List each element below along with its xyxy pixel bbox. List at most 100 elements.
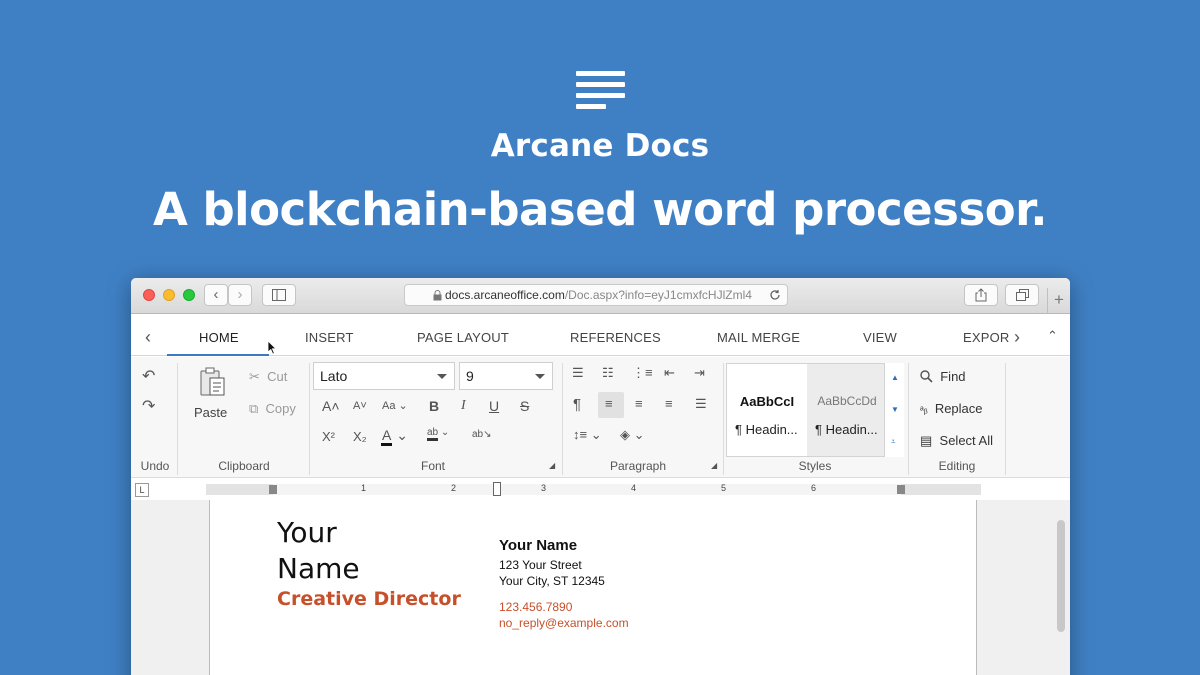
styles-up-button[interactable]: ▲ bbox=[891, 373, 899, 382]
strikethrough-icon: S bbox=[520, 398, 530, 414]
styles-more-button[interactable]: ⩡ bbox=[891, 437, 896, 447]
justify-button[interactable]: ☰ bbox=[695, 396, 707, 412]
doc-role[interactable]: Creative Director bbox=[277, 588, 461, 610]
tab-view[interactable]: VIEW bbox=[863, 330, 897, 345]
styles-gallery: AaBbCcI ¶ Headin... AaBbCcDd ¶ Headin... bbox=[726, 363, 903, 457]
font-family-select[interactable]: Lato bbox=[313, 362, 455, 390]
strikethrough-button[interactable]: S bbox=[520, 398, 529, 414]
tab-stop-selector[interactable]: L bbox=[135, 483, 149, 497]
redo-button[interactable]: ↷ bbox=[142, 396, 155, 416]
undo-button[interactable]: ↶ bbox=[142, 366, 155, 386]
doc-email[interactable]: no_reply@example.com bbox=[499, 616, 629, 630]
document-page[interactable]: Your Name Creative Director Your Name 12… bbox=[209, 500, 977, 675]
align-left-icon: ≡ bbox=[605, 396, 613, 411]
multilevel-list-icon: ⋮≡ bbox=[632, 365, 653, 380]
address-bar[interactable]: docs.arcaneoffice.com/Doc.aspx?info=eyJ1… bbox=[404, 284, 788, 306]
change-case-button[interactable]: Aa ⌄ bbox=[382, 399, 408, 412]
tab-references[interactable]: REFERENCES bbox=[570, 330, 661, 345]
minimize-window-button[interactable] bbox=[163, 289, 175, 301]
copy-label: Copy bbox=[265, 401, 296, 416]
superscript-button[interactable]: X² bbox=[322, 429, 335, 444]
doc-street[interactable]: 123 Your Street bbox=[499, 558, 582, 572]
increase-indent-button[interactable]: ⇥ bbox=[694, 365, 705, 381]
copy-button[interactable]: ⧉ Copy bbox=[249, 401, 296, 417]
select-all-button[interactable]: ▤ Select All bbox=[920, 433, 993, 449]
paste-button[interactable]: Paste bbox=[189, 367, 235, 423]
align-center-button[interactable]: ≡ bbox=[635, 396, 643, 411]
tabs-scroll-right-button[interactable]: › bbox=[1014, 327, 1020, 348]
doc-city[interactable]: Your City, ST 12345 bbox=[499, 574, 605, 588]
show-formatting-button[interactable]: ¶ bbox=[573, 396, 581, 413]
name-line-2: Name bbox=[277, 552, 360, 585]
tab-page-layout[interactable]: PAGE LAYOUT bbox=[417, 330, 509, 345]
tab-insert[interactable]: INSERT bbox=[305, 330, 354, 345]
forward-button[interactable]: › bbox=[228, 284, 252, 306]
sidebar-toggle-button[interactable] bbox=[262, 284, 296, 306]
copy-icon: ⧉ bbox=[249, 401, 259, 416]
undo-icon: ↶ bbox=[142, 368, 156, 385]
ruler-number: 1 bbox=[361, 483, 367, 493]
cut-label: Cut bbox=[267, 369, 288, 384]
vertical-scrollbar[interactable] bbox=[1057, 520, 1065, 632]
cut-button[interactable]: ✂ Cut bbox=[249, 369, 287, 385]
font-size-select[interactable]: 9 bbox=[459, 362, 553, 390]
paragraph-dialog-launcher[interactable]: ◢ bbox=[711, 461, 717, 470]
replace-label: Replace bbox=[934, 401, 983, 416]
italic-button[interactable]: I bbox=[461, 398, 466, 414]
doc-contact-name[interactable]: Your Name bbox=[499, 537, 577, 554]
align-center-icon: ≡ bbox=[635, 396, 643, 411]
replace-button[interactable]: ᵃᵦ Replace bbox=[920, 401, 983, 416]
subscript-button[interactable]: X₂ bbox=[353, 429, 367, 444]
close-window-button[interactable] bbox=[143, 289, 155, 301]
scissors-icon: ✂ bbox=[249, 369, 260, 384]
find-button[interactable]: Find bbox=[920, 369, 966, 384]
back-button[interactable]: ‹ bbox=[204, 284, 228, 306]
doc-heading-name[interactable]: Your Name bbox=[277, 515, 360, 587]
collapse-ribbon-button[interactable]: ⌃ bbox=[1047, 328, 1058, 344]
style-item[interactable]: AaBbCcDd ¶ Headin... bbox=[807, 364, 887, 456]
group-divider bbox=[1005, 363, 1006, 475]
highlight-button[interactable]: ab ⌄ bbox=[427, 427, 449, 441]
grow-font-icon: A˄ bbox=[322, 398, 340, 414]
redo-icon: ↷ bbox=[142, 398, 156, 415]
tabs-overview-button[interactable] bbox=[1005, 284, 1039, 306]
shrink-font-icon: A˅ bbox=[353, 400, 367, 412]
numbering-button[interactable]: ☷ bbox=[602, 365, 614, 381]
shrink-font-button[interactable]: A˅ bbox=[353, 400, 367, 412]
underline-button[interactable]: U bbox=[489, 398, 499, 414]
group-divider bbox=[562, 363, 563, 475]
first-line-indent-marker[interactable] bbox=[493, 482, 501, 496]
multilevel-list-button[interactable]: ⋮≡ bbox=[632, 365, 653, 381]
decrease-indent-button[interactable]: ⇤ bbox=[664, 365, 675, 381]
name-line-1: Your bbox=[277, 516, 337, 549]
shading-button[interactable]: ◈ ⌄ bbox=[620, 427, 645, 443]
align-right-icon: ≡ bbox=[665, 396, 673, 411]
clear-format-button[interactable]: ab↘ bbox=[472, 429, 492, 440]
line-spacing-icon: ↕≡ ⌄ bbox=[573, 427, 602, 442]
group-divider bbox=[723, 363, 724, 475]
reload-icon[interactable] bbox=[769, 289, 781, 301]
tab-mail-merge[interactable]: MAIL MERGE bbox=[717, 330, 800, 345]
tabs-scroll-left-button[interactable]: ‹ bbox=[145, 327, 151, 348]
maximize-window-button[interactable] bbox=[183, 289, 195, 301]
tab-export[interactable]: EXPOR bbox=[963, 330, 1010, 345]
right-indent-marker[interactable] bbox=[897, 485, 905, 494]
new-tab-button[interactable]: + bbox=[1047, 288, 1070, 314]
left-indent-marker[interactable] bbox=[269, 485, 277, 494]
tab-home[interactable]: HOME bbox=[199, 330, 239, 345]
align-right-button[interactable]: ≡ bbox=[665, 396, 673, 411]
font-dialog-launcher[interactable]: ◢ bbox=[549, 461, 555, 470]
find-label: Find bbox=[940, 369, 966, 384]
style-item[interactable]: AaBbCcI ¶ Headin... bbox=[727, 364, 807, 456]
align-left-button[interactable]: ≡ bbox=[598, 392, 624, 418]
font-color-button[interactable]: A ⌄ bbox=[381, 427, 408, 446]
group-divider bbox=[177, 363, 178, 475]
bold-button[interactable]: B bbox=[429, 398, 439, 414]
horizontal-ruler[interactable]: 1 2 3 4 5 6 bbox=[206, 482, 981, 496]
styles-down-button[interactable]: ▼ bbox=[891, 405, 899, 414]
bullets-button[interactable]: ☰ bbox=[572, 365, 584, 381]
share-button[interactable] bbox=[964, 284, 998, 306]
line-spacing-button[interactable]: ↕≡ ⌄ bbox=[573, 427, 602, 443]
doc-phone[interactable]: 123.456.7890 bbox=[499, 600, 572, 614]
grow-font-button[interactable]: A˄ bbox=[322, 398, 340, 414]
